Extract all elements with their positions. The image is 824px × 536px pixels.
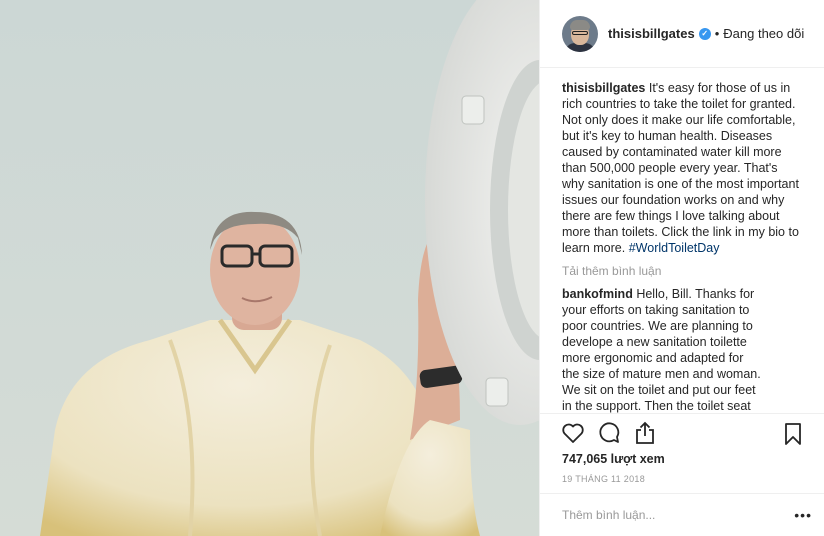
header-username[interactable]: thisisbillgates [608, 26, 695, 41]
comment-username[interactable]: bankofmind [562, 287, 633, 301]
hashtag-link[interactable]: #WorldToiletDay [629, 241, 720, 255]
avatar[interactable] [562, 15, 598, 52]
load-more-comments-button[interactable]: Tải thêm bình luận [562, 263, 802, 279]
view-count[interactable]: 747,065 lượt xem [540, 452, 824, 466]
post-actions: 747,065 lượt xem 19 THÁNG 11 2018 [540, 413, 824, 493]
video-frame-illustration [0, 0, 539, 536]
comments-section[interactable]: thisisbillgates It's easy for those of u… [540, 68, 824, 413]
verified-badge-icon: ✓ [698, 27, 711, 40]
heart-icon[interactable] [560, 420, 586, 446]
action-icon-row [540, 414, 824, 446]
share-icon[interactable] [632, 420, 658, 446]
header-separator: • [714, 26, 720, 41]
post-header: thisisbillgates ✓ • Đang theo dõi [540, 0, 824, 68]
post-video[interactable] [0, 0, 539, 536]
add-comment-input[interactable]: Thêm bình luận... [562, 508, 655, 522]
instagram-post: thisisbillgates ✓ • Đang theo dõi thisis… [0, 0, 824, 536]
caption-username[interactable]: thisisbillgates [562, 81, 645, 95]
more-options-icon[interactable]: ••• [794, 507, 812, 523]
comment-item: bankofmind Hello, Bill. Thanks for your … [562, 286, 762, 413]
comment-text: Hello, Bill. Thanks for your efforts on … [562, 287, 761, 413]
caption: thisisbillgates It's easy for those of u… [562, 80, 802, 256]
post-date: 19 THÁNG 11 2018 [562, 474, 646, 484]
bookmark-icon[interactable] [780, 421, 806, 447]
add-comment-bar: Thêm bình luận... ••• [540, 493, 824, 536]
following-button[interactable]: Đang theo dõi [723, 26, 804, 41]
post-side-panel: thisisbillgates ✓ • Đang theo dõi thisis… [539, 0, 824, 536]
caption-text: It's easy for those of us in rich countr… [562, 81, 799, 255]
comment-icon[interactable] [596, 420, 622, 446]
